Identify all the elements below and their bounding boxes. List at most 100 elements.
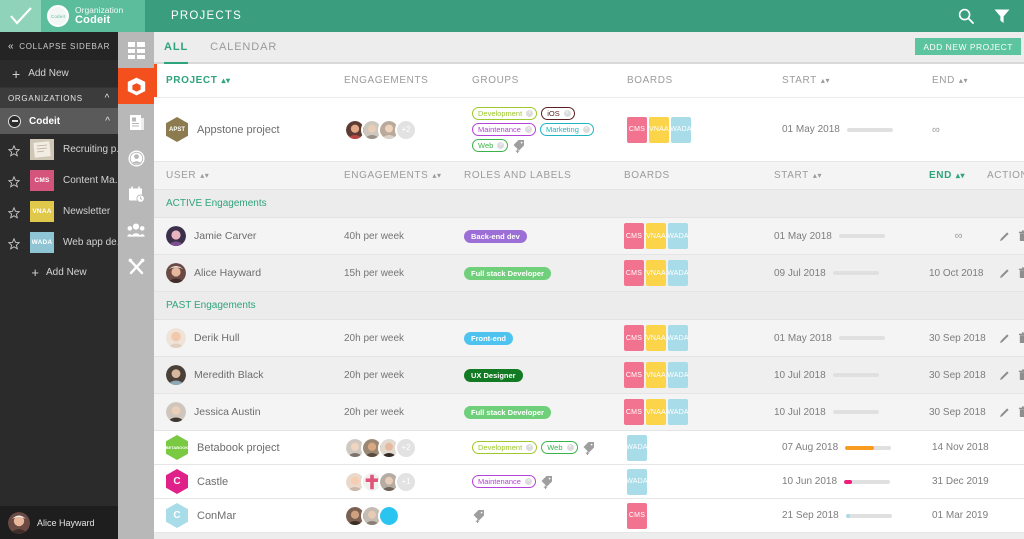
sidebar-item-codeit[interactable]: Codeit ^ <box>0 108 118 134</box>
rail-item-team[interactable] <box>118 212 154 248</box>
board-badge[interactable]: CMS <box>627 116 647 143</box>
engagement-avatars[interactable]: +2 <box>344 436 417 459</box>
pencil-icon[interactable] <box>999 268 1010 279</box>
add-new-project-button[interactable]: ADD NEW PROJECT <box>915 38 1021 55</box>
star-icon[interactable] <box>7 237 21 250</box>
star-icon[interactable] <box>7 175 21 188</box>
sidebar-current-user[interactable]: Alice Hayward <box>0 506 118 539</box>
tab-calendar[interactable]: CALENDAR <box>210 31 277 63</box>
organization-switcher[interactable]: Codeit Organization Codeit <box>41 0 145 32</box>
rail-item-profile[interactable] <box>118 140 154 176</box>
sort-icon[interactable]: ▴▾ <box>200 171 209 180</box>
engagement-row[interactable]: Derik Hull 20h per week Front-end CMS VN… <box>154 320 1024 357</box>
board-badge[interactable]: VNAA <box>646 223 666 249</box>
trash-icon[interactable] <box>1018 406 1024 418</box>
avatar-overflow-count[interactable]: +1 <box>395 470 417 493</box>
table-row[interactable]: APST Appstone project +2 Development × iO… <box>154 98 1024 162</box>
board-badge[interactable]: CMS <box>624 362 644 388</box>
group-tag[interactable]: Marketing × <box>539 123 594 136</box>
search-icon[interactable] <box>958 8 974 24</box>
sort-icon[interactable]: ▴▾ <box>821 76 830 85</box>
remove-icon[interactable]: × <box>566 444 574 451</box>
engagement-avatars[interactable]: +2 <box>344 118 417 141</box>
rail-item-tools[interactable] <box>118 248 154 284</box>
group-tag[interactable]: iOS × <box>541 107 575 120</box>
role-pill[interactable]: Full stack Developer <box>464 405 551 419</box>
role-pill[interactable]: Back-end dev <box>464 229 527 243</box>
pencil-icon[interactable] <box>999 333 1010 344</box>
remove-icon[interactable]: × <box>526 444 534 451</box>
remove-icon[interactable]: × <box>497 142 505 149</box>
add-tag-icon[interactable] <box>582 441 595 455</box>
sidebar-project-content-management[interactable]: CMS Content Ma... <box>0 165 118 196</box>
board-badge[interactable]: VNAA <box>649 116 669 143</box>
sort-icon[interactable]: ▴▾ <box>956 171 965 180</box>
trash-icon[interactable] <box>1018 369 1024 381</box>
table-scroll-region[interactable]: APST Appstone project +2 Development × iO… <box>154 98 1024 539</box>
role-pill[interactable]: Front-end <box>464 331 513 345</box>
group-tag[interactable]: Development × <box>472 441 538 454</box>
role-pill[interactable]: Full stack Developer <box>464 266 551 280</box>
add-tag-icon[interactable] <box>472 509 485 523</box>
trash-icon[interactable] <box>1018 332 1024 344</box>
remove-icon[interactable]: × <box>563 110 571 117</box>
role-pill[interactable]: UX Designer <box>464 368 523 382</box>
group-tag[interactable]: Maintenance × <box>472 475 536 488</box>
sort-icon[interactable]: ▴▾ <box>813 171 822 180</box>
sidebar-project-recruiting[interactable]: Recruiting p... <box>0 134 118 165</box>
pencil-icon[interactable] <box>999 231 1010 242</box>
board-badge[interactable]: WADA <box>667 260 689 286</box>
engagement-row[interactable]: Jamie Carver 40h per week Back-end dev C… <box>154 218 1024 255</box>
group-tag[interactable]: Web × <box>472 139 509 152</box>
board-badge[interactable]: WADA <box>667 223 689 249</box>
sidebar-project-newsletter[interactable]: VNAA Newsletter <box>0 196 118 227</box>
rail-item-calendar[interactable] <box>118 176 154 212</box>
group-tag[interactable]: Maintenance × <box>472 123 536 136</box>
avatar-overflow-count[interactable]: +2 <box>395 436 417 459</box>
sidebar-project-web-app-dev[interactable]: WADA Web app de... <box>0 227 118 258</box>
board-badge[interactable]: CMS <box>627 502 647 529</box>
table-row[interactable]: C Castle +1 Maintenance × WADA 10 Jun 20… <box>154 465 1024 499</box>
board-badge[interactable]: CMS <box>624 260 644 286</box>
trash-icon[interactable] <box>1018 230 1024 242</box>
board-badge[interactable]: VNAA <box>646 325 666 351</box>
board-badge[interactable]: WADA <box>667 399 689 425</box>
add-tag-icon[interactable] <box>512 139 525 153</box>
star-icon[interactable] <box>7 144 21 157</box>
board-badge[interactable]: CMS <box>624 223 644 249</box>
sort-icon[interactable]: ▴▾ <box>959 76 968 85</box>
remove-icon[interactable]: × <box>582 126 590 133</box>
sidebar-add-new-bottom-button[interactable]: + Add New <box>0 258 118 286</box>
board-badge[interactable]: CMS <box>624 325 644 351</box>
rail-item-documents[interactable] <box>118 104 154 140</box>
remove-icon[interactable]: × <box>526 110 534 117</box>
board-badge[interactable]: WADA <box>626 468 648 495</box>
remove-icon[interactable]: × <box>524 126 532 133</box>
app-logo-check-icon[interactable] <box>0 0 41 32</box>
board-badge[interactable]: VNAA <box>646 362 666 388</box>
star-icon[interactable] <box>7 206 21 219</box>
sort-icon[interactable]: ▴▾ <box>221 76 230 85</box>
table-row[interactable]: BETABOOK Betabook project +2 Development… <box>154 431 1024 465</box>
pencil-icon[interactable] <box>999 370 1010 381</box>
tab-all[interactable]: ALL <box>164 32 189 64</box>
board-badge[interactable]: VNAA <box>646 399 666 425</box>
board-badge[interactable]: VNAA <box>646 260 666 286</box>
engagement-avatars[interactable] <box>344 504 400 527</box>
organizations-section-header[interactable]: ORGANIZATIONS ^ <box>0 88 118 108</box>
add-tag-icon[interactable] <box>540 475 553 489</box>
engagement-avatars[interactable]: +1 <box>344 470 417 493</box>
group-tag[interactable]: Web × <box>541 441 578 454</box>
board-badge[interactable]: WADA <box>670 116 692 143</box>
rail-item-dashboard[interactable] <box>118 32 154 68</box>
table-row[interactable]: C ConMar CMS 21 Sep 2018 01 Mar 2019 <box>154 499 1024 533</box>
filter-icon[interactable] <box>994 8 1010 24</box>
board-badge[interactable]: WADA <box>667 362 689 388</box>
engagement-row[interactable]: Alice Hayward 15h per week Full stack De… <box>154 255 1024 292</box>
rail-item-projects[interactable] <box>118 68 154 104</box>
sidebar-add-new-top-button[interactable]: + Add New <box>0 60 118 88</box>
trash-icon[interactable] <box>1018 267 1024 279</box>
board-badge[interactable]: WADA <box>626 434 648 461</box>
board-badge[interactable]: WADA <box>667 325 689 351</box>
engagement-row[interactable]: Meredith Black 20h per week UX Designer … <box>154 357 1024 394</box>
